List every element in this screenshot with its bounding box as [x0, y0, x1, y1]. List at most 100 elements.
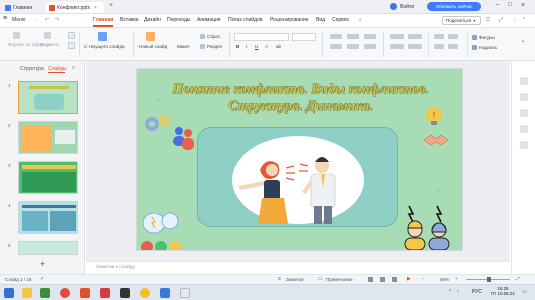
login-link[interactable]: Войти: [400, 4, 414, 10]
play-icon[interactable]: [98, 32, 107, 41]
document-tab[interactable]: Конфликт.pptx ×: [46, 2, 104, 13]
terminal-icon[interactable]: [120, 288, 130, 298]
zoom-out-icon[interactable]: −: [422, 276, 425, 281]
columns-icon[interactable]: [408, 34, 422, 39]
menu-button[interactable]: Меню: [12, 17, 26, 23]
more-icon[interactable]: ⋮: [512, 17, 517, 23]
text-align-icon[interactable]: [408, 44, 422, 49]
bold-icon[interactable]: B: [236, 44, 239, 49]
messenger-icon[interactable]: [160, 288, 170, 298]
tab-structure[interactable]: Структура: [20, 66, 44, 72]
clock[interactable]: 16:29 Пт 10.05.24: [490, 286, 516, 296]
font-size-select[interactable]: [292, 33, 316, 41]
media-icon[interactable]: [140, 288, 150, 298]
collaborate-icon[interactable]: ⎋: [486, 17, 490, 23]
panel-menu-icon[interactable]: ≡: [72, 65, 75, 71]
numbered-list-icon[interactable]: [347, 34, 359, 39]
animation-icon[interactable]: [520, 109, 528, 117]
zoom-slider-handle[interactable]: [487, 277, 491, 282]
undo-icon[interactable]: ↶: [45, 17, 49, 23]
tab-slideshow[interactable]: Показ слайдов: [228, 17, 262, 23]
add-slide-icon[interactable]: +: [40, 259, 45, 269]
indent-icon[interactable]: [364, 34, 376, 39]
tab-animation[interactable]: Анимация: [197, 17, 220, 23]
normal-view-icon[interactable]: [368, 277, 373, 282]
tab-view[interactable]: Вид: [316, 17, 325, 23]
italic-icon[interactable]: I: [246, 44, 247, 49]
text-direction-icon[interactable]: [390, 44, 404, 49]
properties-icon[interactable]: [520, 77, 528, 85]
layout-button[interactable]: Макет: [177, 44, 190, 49]
zoom-in-icon[interactable]: +: [455, 276, 458, 281]
paste-icon[interactable]: [44, 32, 51, 39]
arrange-icon[interactable]: [434, 34, 444, 39]
reset-button[interactable]: Сброс: [207, 34, 220, 39]
share-panel-icon[interactable]: [520, 141, 528, 149]
tab-home[interactable]: Главная: [93, 17, 113, 23]
new-slide-button[interactable]: Новый слайд: [139, 44, 167, 49]
bullet-list-icon[interactable]: [330, 34, 342, 39]
shapes-button[interactable]: Фигуры: [479, 35, 495, 40]
notification-icon[interactable]: ▭: [522, 289, 527, 295]
new-tab-icon[interactable]: +: [109, 2, 113, 9]
slide-thumbnail-4[interactable]: [18, 201, 78, 234]
expand-icon[interactable]: ⤢: [499, 17, 503, 23]
tab-transitions[interactable]: Переходы: [167, 17, 190, 23]
minimize-icon[interactable]: –: [496, 2, 499, 8]
network-icon[interactable]: ◔: [456, 289, 459, 295]
reading-view-icon[interactable]: [392, 277, 397, 282]
align-left-icon[interactable]: [330, 44, 342, 49]
underline-icon[interactable]: U: [255, 44, 258, 49]
language-indicator[interactable]: РУС: [472, 289, 482, 295]
highlight-icon[interactable]: ab: [276, 44, 281, 49]
pdf-icon[interactable]: [100, 288, 110, 298]
close-tab-icon[interactable]: ×: [94, 5, 97, 11]
update-button[interactable]: Обновить сейчас: [427, 2, 481, 11]
format-painter-icon[interactable]: [13, 32, 20, 39]
select-icon[interactable]: [434, 44, 444, 49]
ribbon-scroll-icon[interactable]: ›: [522, 39, 524, 45]
notes-button[interactable]: Заметки: [286, 277, 304, 282]
tab-design[interactable]: Дизайн: [144, 17, 161, 23]
tab-review[interactable]: Рецензирование: [270, 17, 309, 23]
font-family-select[interactable]: [234, 33, 289, 41]
textbox-button[interactable]: Надпись: [479, 45, 497, 50]
slide-thumbnail-5[interactable]: [18, 241, 78, 255]
slide-thumbnail-1[interactable]: [18, 81, 78, 114]
slide-title[interactable]: Понятие конфликта. Виды конфликтов. Стру…: [137, 81, 462, 115]
convert-icon[interactable]: [448, 34, 458, 39]
home-tab[interactable]: Главная: [2, 2, 35, 13]
app-icon[interactable]: [40, 288, 50, 298]
spellcheck-icon[interactable]: ✓: [40, 276, 44, 282]
start-icon[interactable]: [4, 288, 14, 298]
fit-window-icon[interactable]: ⤢: [516, 276, 520, 281]
tab-insert[interactable]: Вставка: [120, 17, 139, 23]
tab-tools[interactable]: Сервис: [332, 17, 349, 23]
maximize-icon[interactable]: □: [508, 2, 512, 8]
slide[interactable]: Понятие конфликта. Виды конфликтов. Стру…: [136, 68, 463, 251]
line-spacing-icon[interactable]: [390, 34, 404, 39]
replace-icon[interactable]: [448, 44, 458, 49]
redo-icon[interactable]: ↷: [55, 17, 59, 23]
zoom-level[interactable]: 65%: [440, 277, 449, 282]
hamburger-icon[interactable]: ≡: [3, 15, 7, 22]
notes-pane[interactable]: Заметки к слайду: [86, 261, 510, 274]
align-right-icon[interactable]: [364, 44, 376, 49]
tray-chevron-icon[interactable]: ⌃: [448, 289, 452, 295]
align-center-icon[interactable]: [347, 44, 359, 49]
save-icon[interactable]: ▫: [36, 17, 38, 23]
design-icon[interactable]: [520, 93, 528, 101]
comments-button[interactable]: Примечание: [326, 277, 353, 282]
history-icon[interactable]: [520, 125, 528, 133]
collapse-ribbon-icon[interactable]: ⌃: [522, 17, 526, 23]
copy-icon[interactable]: [68, 42, 75, 49]
font-color-icon[interactable]: A: [265, 44, 268, 49]
slide-thumbnail-3[interactable]: [18, 161, 78, 194]
new-slide-icon[interactable]: [146, 32, 155, 41]
sorter-view-icon[interactable]: [380, 277, 385, 282]
section-button[interactable]: Раздел: [207, 44, 222, 49]
cut-icon[interactable]: [68, 32, 75, 39]
close-window-icon[interactable]: ×: [521, 2, 525, 9]
slide-thumbnail-2[interactable]: [18, 121, 78, 154]
browser-icon[interactable]: [60, 288, 70, 298]
